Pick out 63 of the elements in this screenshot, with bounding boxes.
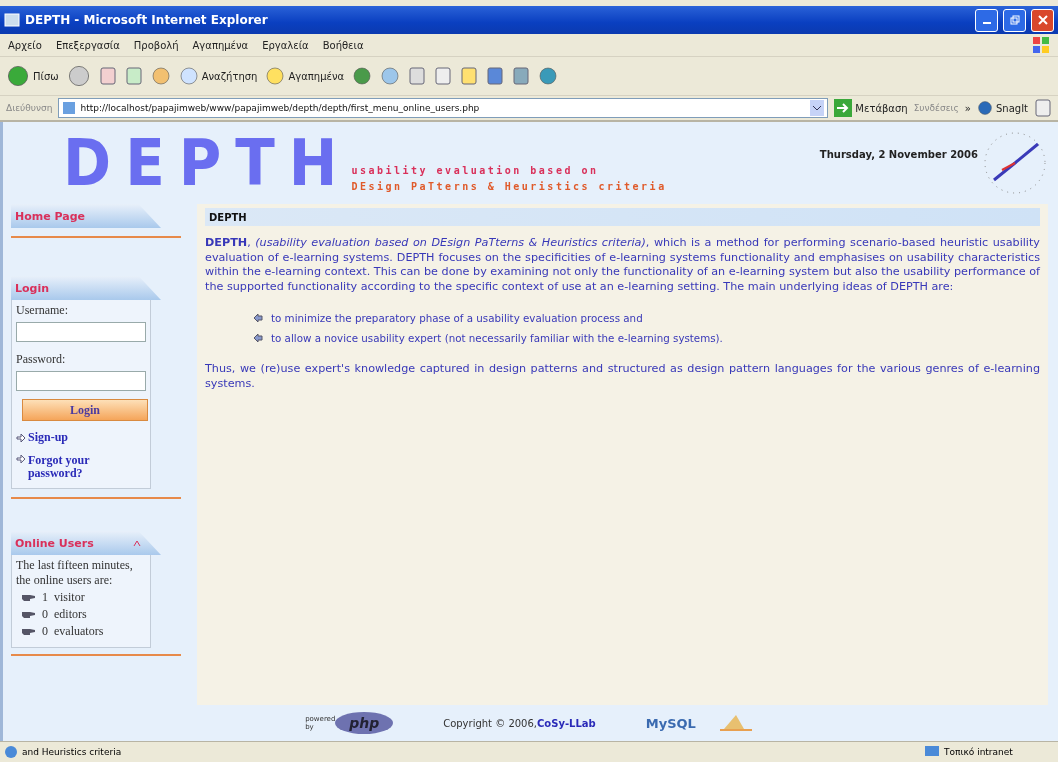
lab-link[interactable]: CoSy-LLab — [537, 717, 596, 729]
menu-item[interactable]: Εργαλεία — [262, 39, 309, 51]
online-users-text: The last fifteen minutes, the online users are: — [16, 558, 134, 588]
minimize-button[interactable] — [975, 8, 998, 32]
tagline: DEsign PaTterns & Heuristics criteria — [351, 180, 667, 192]
user-type: editors — [54, 607, 87, 622]
collapse-icon[interactable] — [133, 539, 141, 547]
login-button[interactable]: Login — [22, 399, 148, 421]
user-type: visitor — [54, 590, 85, 605]
sidebar-link[interactable]: Sign-up — [28, 431, 69, 444]
browser-icon — [4, 12, 20, 28]
copyright-text: Copyright © 2006, — [443, 717, 537, 729]
bullet-text: to minimize the preparatory phase of a usability evaluation process and — [271, 312, 643, 324]
clock-icon — [982, 130, 1048, 196]
close-button[interactable] — [1031, 8, 1054, 32]
go-button[interactable]: Μετάβαση — [834, 99, 908, 117]
pointing-hand-icon — [22, 627, 36, 636]
panel-title: Login — [15, 281, 50, 295]
sidebar-link[interactable]: Forgot your password? — [27, 454, 146, 480]
mysql-logo: MySQL — [645, 715, 696, 731]
site-logo: DEPTH — [63, 125, 352, 201]
pointing-hand-icon — [22, 593, 36, 602]
bullet-icon — [253, 313, 263, 323]
bullet-icon — [253, 333, 263, 343]
snagit-button[interactable]: SnagIt — [976, 100, 1028, 116]
restore-icon — [1009, 15, 1020, 25]
user-count: 0 — [42, 607, 48, 622]
windows-logo-icon — [1032, 36, 1050, 54]
status-text: and Heuristics criteria — [22, 747, 123, 757]
address-label: Διεύθυνση — [6, 103, 53, 113]
tagline: usability evaluation based on — [351, 164, 600, 176]
address-field[interactable]: http://localhost/papajimweb/www/papajimweb/depth/depth/first_menu_online_users.php — [58, 98, 829, 118]
field-label: Password: — [16, 352, 67, 367]
menu-item[interactable]: Επεξεργασία — [55, 39, 120, 51]
user-type: evaluators — [54, 624, 104, 639]
close-icon — [1037, 15, 1048, 25]
menu-item[interactable]: Βοήθεια — [322, 39, 364, 51]
date-text: Thursday, 2 November 2006 — [819, 148, 978, 160]
section-heading: DEPTH — [205, 208, 1040, 226]
user-count: 1 — [42, 590, 48, 605]
favorites-button[interactable]: Αγαπημένα — [265, 66, 345, 86]
more-chevron[interactable]: » — [964, 102, 971, 114]
arrow-icon — [16, 454, 26, 464]
menu-item[interactable]: Αρχείο — [8, 39, 42, 51]
username-field[interactable] — [16, 322, 146, 342]
pointing-hand-icon — [22, 610, 36, 619]
zone-text: Τοπικό intranet — [944, 747, 1014, 757]
bullet-text: to allow a novice usability expert (not necessarily familiar with the e-learning systems). — [271, 332, 723, 344]
dropdown-icon[interactable] — [810, 100, 825, 116]
search-button[interactable]: Αναζήτηση — [178, 66, 258, 86]
password-field[interactable] — [16, 371, 146, 391]
intro-paragraph: DEPTH, (usability evaluation based on DEsign PaTterns & Heuristics criteria), which is a method for performing scenario-based heuristic usability evaluation of e-learning systems. DEPTH focuses on the specificities of e-learning systems functionality and emphasises on usability characteristics within the e-learning context. This can be done by examining not only the functionality of an e-learning system but also the usability performance of the supported functionality according to the specific context of use at an e-learning setting. The main underlying ideas of DEPTH are: — [205, 236, 1040, 294]
closing-paragraph: Thus, we (re)use expert's knowledge captured in design patterns and structured as design pattern languages for the various genres of e-learning systems. — [205, 362, 1040, 391]
menu-item[interactable]: Αγαπημένα — [192, 39, 249, 51]
arrow-icon — [16, 433, 26, 443]
menu-item[interactable]: Προβολή — [133, 39, 179, 51]
restore-button[interactable] — [1003, 8, 1026, 32]
window-title: DEPTH - Microsoft Internet Explorer — [25, 13, 269, 27]
php-logo: php — [335, 712, 394, 734]
panel-title: Online Users — [15, 536, 94, 550]
back-button[interactable]: Πίσω — [6, 64, 59, 88]
user-count: 0 — [42, 624, 48, 639]
field-label: Username: — [16, 303, 69, 318]
